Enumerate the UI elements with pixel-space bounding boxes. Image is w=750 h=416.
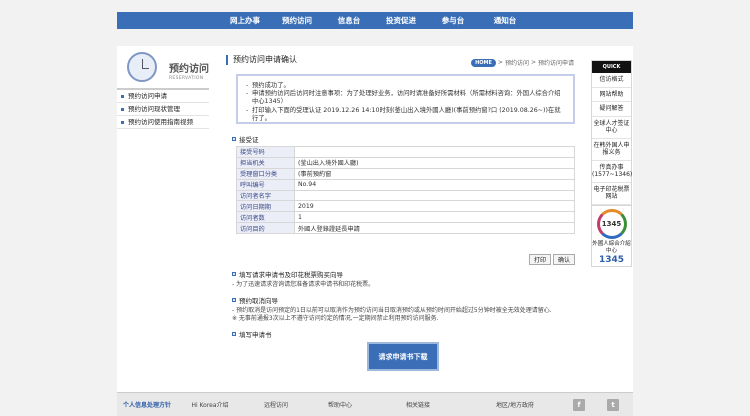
receipt-row: 接受号码	[236, 146, 575, 158]
receipt-row-value	[294, 189, 575, 202]
left-sidebar: 预约访问 RESERVATION 预约访问申请 预约访问现状管理 预约访问使用指…	[117, 46, 209, 129]
receipt-row-value: (事前預約窗	[294, 167, 575, 180]
quick-item-faq[interactable]: 疑问解答	[592, 102, 631, 117]
quick-item-petition-form[interactable]: 信访格式	[592, 73, 631, 88]
top-navigation: 网上办事 预约访问 信息台 投资促进 参与台 通知台	[117, 12, 633, 29]
footer-privacy-policy[interactable]: 个人信息处理方针	[117, 400, 177, 409]
alarm-clock-icon	[127, 52, 157, 82]
main-header: 预约访问申请确认 HOME > 预约访问 > 预约访问申请	[226, 55, 580, 67]
notice-line: 打印输入下面的受理认证 2019.12.26 14:10时刻(釜山出入境外國人廳…	[246, 107, 565, 123]
nav-online-service[interactable]: 网上办事	[219, 15, 271, 26]
receipt-row-label: 受理窗口分类	[236, 167, 295, 180]
section-bullet-icon	[232, 332, 236, 336]
receipt-section-title: 接受证	[232, 134, 259, 144]
receipt-row-label: 呼叫编号	[236, 178, 295, 191]
sidebar-item-guide-video[interactable]: 预约访问使用指南视频	[117, 116, 209, 129]
receipt-actions: 打印 确认	[529, 254, 575, 265]
breadcrumb: HOME > 预约访问 > 预约访问申请	[471, 58, 574, 67]
center-logo: 1345	[596, 209, 627, 239]
breadcrumb-reservation[interactable]: 预约访问	[505, 58, 529, 67]
sidebar-item-apply[interactable]: 预约访问申请	[117, 90, 209, 103]
notice-line: 申请预约访问后访问时注意事项：为了处理好业务，访问时请准备好所需材料（所需材料咨…	[246, 90, 565, 106]
nav-notice[interactable]: 通知台	[479, 15, 531, 26]
download-form-button[interactable]: 请求申请书下载	[367, 342, 439, 371]
contact-center-banner[interactable]: 1345 外國人綜合介紹中心 1345	[591, 205, 632, 267]
receipt-row: 访问日期期 2019	[236, 200, 575, 213]
receipt-row-value: (釜山出入境外國人廳)	[294, 156, 575, 169]
receipt-row: 担当机关 (釜山出入境外國人廳)	[236, 156, 575, 169]
receipt-row-label: 接受号码	[236, 146, 295, 158]
fill-guide-text: - 为了迅速请求咨询请您准备请求申请书和印花税票。	[232, 281, 375, 288]
sidebar-title: 预约访问	[169, 64, 209, 75]
confirm-button[interactable]: 确认	[553, 254, 575, 265]
quick-item-site-help[interactable]: 网站帮助	[592, 88, 631, 102]
twitter-icon[interactable]: t	[607, 398, 619, 411]
footer-related-links[interactable]: 相关链接	[371, 400, 465, 409]
receipt-row-value: 1	[294, 211, 575, 224]
receipt-table: 接受号码 担当机关 (釜山出入境外國人廳) 受理窗口分类 (事前預約窗 呼叫编号 No.94…	[236, 146, 575, 235]
footer-local-gov[interactable]: 地区/地方政府	[465, 400, 565, 409]
quick-menu: QUICK 信访格式 网站帮助 疑问解答 全球人才签证中心 在韩外国人申报义务 …	[591, 60, 632, 206]
cancel-guide-title: 预约取消向导	[232, 295, 278, 305]
facebook-icon[interactable]: f	[573, 398, 585, 411]
receipt-row: 受理窗口分类 (事前預約窗	[236, 167, 575, 180]
nav-participation[interactable]: 参与台	[427, 15, 479, 26]
receipt-row: 访问者名字	[236, 189, 575, 202]
quick-header: QUICK	[592, 61, 631, 73]
receipt-row: 呼叫编号 No.94	[236, 178, 575, 191]
receipt-row-value: 外國人登錄證延長申請	[294, 222, 575, 235]
receipt-row-value: 2019	[294, 200, 575, 213]
form-section-title: 填写申请书	[232, 329, 272, 339]
bullet-icon	[121, 120, 124, 124]
sidebar-subtitle: RESERVATION	[169, 76, 204, 81]
section-bullet-icon	[232, 298, 236, 302]
receipt-row-label: 担当机关	[236, 156, 295, 169]
receipt-row-label: 访问日期期	[236, 200, 295, 213]
nav-info-desk[interactable]: 信息台	[323, 15, 375, 26]
receipt-row-value: No.94	[294, 178, 575, 191]
breadcrumb-home[interactable]: HOME	[471, 58, 496, 67]
center-number: 1345	[598, 255, 625, 265]
notice-line: 预约成功了。	[246, 82, 565, 90]
quick-item-report-duty[interactable]: 在韩外国人申报义务	[592, 139, 631, 161]
sidebar-item-status[interactable]: 预约访问现状管理	[117, 103, 209, 116]
success-notice-box: 预约成功了。 申请预约访问后访问时注意事项：为了处理好业务，访问时请准备好所需材…	[236, 74, 575, 124]
nav-reservation[interactable]: 预约访问	[271, 15, 323, 26]
footer-about[interactable]: Hi Korea介绍	[177, 400, 243, 409]
cancel-guide-text: - 预约取消是访问预定的1日以前可以取消作为预约访问当日取消预约或从预约时间开始…	[232, 307, 552, 314]
bullet-icon	[121, 94, 124, 98]
section-bullet-icon	[232, 137, 236, 141]
receipt-row-value	[294, 146, 575, 158]
print-button[interactable]: 打印	[529, 254, 551, 265]
footer-help-center[interactable]: 帮助中心	[309, 400, 371, 409]
receipt-row-label: 访问目的	[236, 222, 295, 235]
quick-item-global-talent[interactable]: 全球人才签证中心	[592, 117, 631, 139]
receipt-row-label: 访问者名字	[236, 189, 295, 202]
section-bullet-icon	[232, 272, 236, 276]
nav-investment[interactable]: 投资促进	[375, 15, 427, 26]
quick-item-fax-service[interactable]: 传真办事 (1577~1346)	[592, 161, 632, 183]
receipt-row: 访问目的 外國人登錄證延長申請	[236, 222, 575, 235]
footer: 个人信息处理方针 Hi Korea介绍 远程访问 帮助中心 相关链接 地区/地方…	[117, 392, 633, 416]
bullet-icon	[121, 107, 124, 111]
receipt-row: 访问者数 1	[236, 211, 575, 224]
footer-remote-visit[interactable]: 远程访问	[243, 400, 309, 409]
receipt-row-label: 访问者数	[236, 211, 295, 224]
breadcrumb-current: 预约访问申请	[537, 60, 574, 67]
fill-guide-title: 填写请求申请书及印花税票购买向导	[232, 269, 343, 279]
center-name: 外國人綜合介紹中心	[592, 241, 631, 254]
sidebar-menu: 预约访问申请 预约访问现状管理 预约访问使用指南视频	[117, 90, 209, 129]
sidebar-header: 预约访问 RESERVATION	[117, 46, 209, 90]
quick-item-e-stamp[interactable]: 电子印花税票网站	[592, 183, 631, 205]
cancel-guide-warning: ※ 无事前通报3次以上不遵守访问约定的情况,一定期间禁止利用预约访问服务.	[232, 315, 439, 322]
